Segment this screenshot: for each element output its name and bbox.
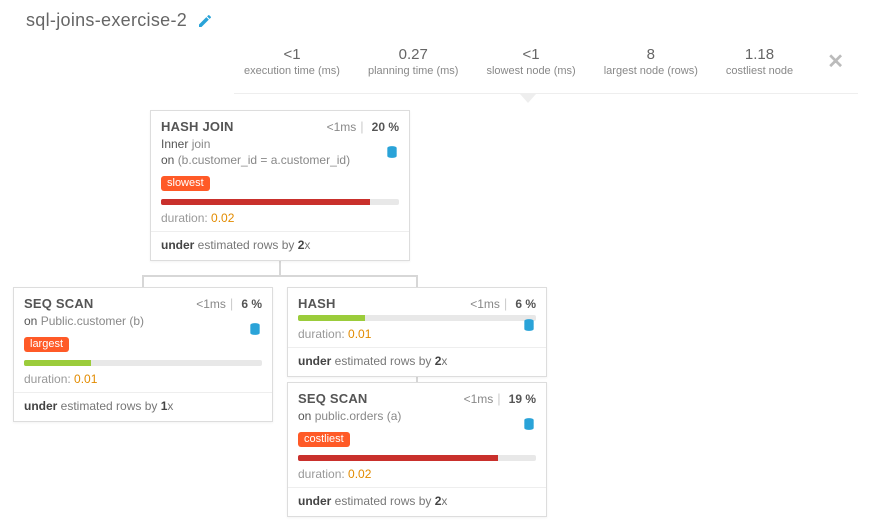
connector <box>416 275 418 287</box>
badge-largest: largest <box>24 337 69 352</box>
estimate-text: under estimated rows by 1x <box>14 393 272 421</box>
duration-text: duration: 0.01 <box>14 368 272 392</box>
node-time: <1ms <box>470 297 500 311</box>
estimate-text: under estimated rows by 2x <box>151 232 409 260</box>
node-title: SEQ SCAN <box>24 296 94 311</box>
node-pct: 6 % <box>515 297 536 311</box>
node-title: SEQ SCAN <box>298 391 368 406</box>
connector <box>142 275 144 287</box>
node-seq-scan-orders[interactable]: SEQ SCAN <1ms | 19 % on public.orders (a… <box>287 382 547 517</box>
database-icon <box>522 417 536 431</box>
badge-costliest: costliest <box>298 432 350 447</box>
duration-text: duration: 0.01 <box>288 323 546 347</box>
node-detail: on public.orders (a) <box>288 408 546 428</box>
duration-bar <box>161 199 399 205</box>
estimate-text: under estimated rows by 2x <box>288 488 546 516</box>
database-icon <box>385 145 399 159</box>
badge-slowest: slowest <box>161 176 210 191</box>
duration-bar <box>24 360 262 366</box>
node-seq-scan-customer[interactable]: SEQ SCAN <1ms | 6 % on Public.customer (… <box>13 287 273 422</box>
connector <box>142 275 418 277</box>
duration-bar <box>298 455 536 461</box>
database-icon <box>522 318 536 332</box>
node-detail: on Public.customer (b) <box>14 313 272 333</box>
node-hash-join[interactable]: HASH JOIN <1ms | 20 % Inner join on (b.c… <box>150 110 410 261</box>
node-pct: 19 % <box>509 392 536 406</box>
node-pct: 6 % <box>241 297 262 311</box>
node-title: HASH JOIN <box>161 119 234 134</box>
duration-text: duration: 0.02 <box>151 207 409 231</box>
database-icon <box>248 322 262 336</box>
node-time: <1ms <box>464 392 494 406</box>
node-time: <1ms <box>196 297 226 311</box>
node-time: <1ms <box>327 120 357 134</box>
node-hash[interactable]: HASH <1ms | 6 % duration: 0.01 under est… <box>287 287 547 377</box>
node-title: HASH <box>298 296 336 311</box>
estimate-text: under estimated rows by 2x <box>288 348 546 376</box>
duration-bar <box>298 315 536 321</box>
duration-text: duration: 0.02 <box>288 463 546 487</box>
node-pct: 20 % <box>372 120 399 134</box>
node-detail: Inner join on (b.customer_id = a.custome… <box>151 136 409 172</box>
